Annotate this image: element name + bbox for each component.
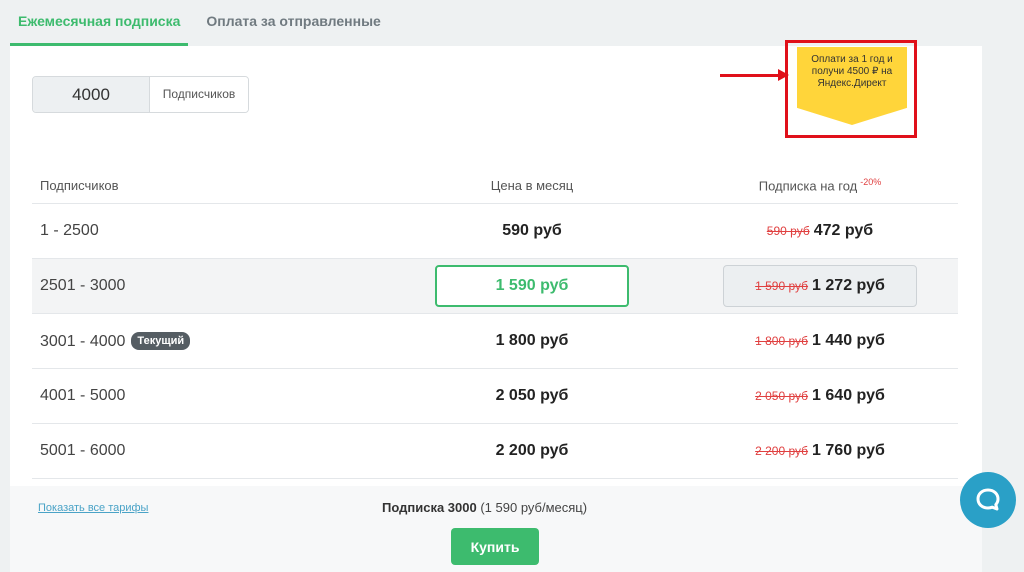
- monthly-price-value: 1 800 руб: [495, 332, 569, 349]
- row-monthly-price[interactable]: 1 800 руб: [382, 332, 682, 350]
- chat-button[interactable]: [960, 472, 1016, 528]
- tab-monthly-subscription[interactable]: Ежемесячная подписка: [10, 0, 189, 46]
- annotation-arrow: [720, 74, 784, 77]
- summary-price: (1 590 руб/месяц): [480, 500, 588, 515]
- row-range: 4001 - 5000: [40, 387, 126, 404]
- header-yearly: Подписка на год -20%: [682, 177, 958, 193]
- yearly-price-value: 1 272 руб: [812, 277, 885, 294]
- yearly-price-value: 1 440 руб: [812, 332, 885, 349]
- summary-plan: Подписка 3000: [382, 500, 477, 515]
- chat-bubble-icon: [976, 488, 1000, 511]
- row-yearly-price: 1 590 руб 1 272 руб: [682, 265, 958, 307]
- old-price: 1 590 руб: [755, 279, 809, 293]
- old-price: 1 800 руб: [755, 334, 809, 348]
- header-monthly-price: Цена в месяц: [490, 178, 574, 193]
- table-row: 1 - 2500 590 руб 590 руб 472 руб: [32, 204, 958, 259]
- order-summary: Подписка 3000 (1 590 руб/месяц): [382, 500, 587, 515]
- yearly-option-button[interactable]: 1 590 руб 1 272 руб: [723, 265, 917, 307]
- show-all-tariffs-link[interactable]: Показать все тарифы: [38, 502, 148, 514]
- table-row: 3001 - 4000 Текущий 1 800 руб 1 800 руб 1 …: [32, 314, 958, 369]
- promo-highlight-frame: Оплати за 1 год и получи 4500 ₽ на Яндек…: [785, 40, 917, 138]
- row-yearly-price[interactable]: 1 800 руб 1 440 руб: [682, 332, 958, 350]
- yearly-price-value: 472 руб: [813, 222, 874, 239]
- yearly-discount: -20%: [860, 177, 882, 188]
- subscribers-input[interactable]: [33, 77, 149, 112]
- monthly-price-value: 2 200 руб: [495, 442, 569, 459]
- row-yearly-price[interactable]: 2 050 руб 1 640 руб: [682, 387, 958, 405]
- subscribers-field: Подписчиков: [32, 76, 249, 113]
- buy-button[interactable]: Купить: [451, 528, 539, 565]
- yearly-price-value: 1 640 руб: [812, 387, 885, 404]
- pricing-panel: Подписчиков Оплати за 1 год и получи 450…: [10, 40, 982, 486]
- row-monthly-price[interactable]: 590 руб: [382, 222, 682, 240]
- row-yearly-price[interactable]: 590 руб 472 руб: [682, 222, 958, 240]
- row-range-current: 3001 - 4000 Текущий: [32, 331, 382, 351]
- old-price: 2 200 руб: [755, 444, 809, 458]
- row-monthly-price[interactable]: 2 050 руб: [382, 387, 682, 405]
- row-yearly-price[interactable]: 2 200 руб 1 760 руб: [682, 442, 958, 460]
- header-yearly-label: Подписка на год: [758, 178, 858, 194]
- yearly-price-value: 1 760 руб: [812, 442, 885, 459]
- promo-banner[interactable]: Оплати за 1 год и получи 4500 ₽ на Яндек…: [797, 47, 907, 125]
- table-row: 4001 - 5000 2 050 руб 2 050 руб 1 640 руб: [32, 369, 958, 424]
- current-badge: Текущий: [131, 331, 191, 350]
- table-row: 5001 - 6000 2 200 руб 2 200 руб 1 760 руб: [32, 424, 958, 479]
- row-range: 3001 - 4000: [40, 332, 126, 350]
- table-row-selected: 2501 - 3000 1 590 руб 1 590 руб 1 272 руб: [32, 259, 958, 314]
- tabs-bar: Ежемесячная подписка Оплата за отправлен…: [10, 0, 399, 46]
- checkout-bar: Показать все тарифы Подписка 3000 (1 590…: [10, 486, 982, 572]
- promo-text: Оплати за 1 год и получи 4500 ₽ на Яндек…: [811, 54, 893, 89]
- monthly-price-value: 590 руб: [502, 222, 562, 239]
- selected-monthly-option[interactable]: 1 590 руб: [435, 265, 629, 307]
- row-monthly-price: 1 590 руб: [382, 265, 682, 307]
- header-subscribers: Подписчиков: [40, 178, 119, 193]
- row-range: 5001 - 6000: [40, 442, 126, 459]
- monthly-price-value: 2 050 руб: [495, 387, 569, 404]
- row-range: 1 - 2500: [40, 222, 99, 239]
- row-range: 2501 - 3000: [40, 277, 126, 294]
- table-header: Подписчиков Цена в месяц Подписка на год…: [32, 168, 958, 204]
- old-price: 590 руб: [766, 224, 810, 238]
- tab-pay-per-sent[interactable]: Оплата за отправленные: [198, 0, 388, 46]
- row-monthly-price[interactable]: 2 200 руб: [382, 442, 682, 460]
- old-price: 2 050 руб: [755, 389, 809, 403]
- subscribers-unit-label: Подписчиков: [149, 77, 248, 112]
- pricing-table: Подписчиков Цена в месяц Подписка на год…: [32, 168, 958, 479]
